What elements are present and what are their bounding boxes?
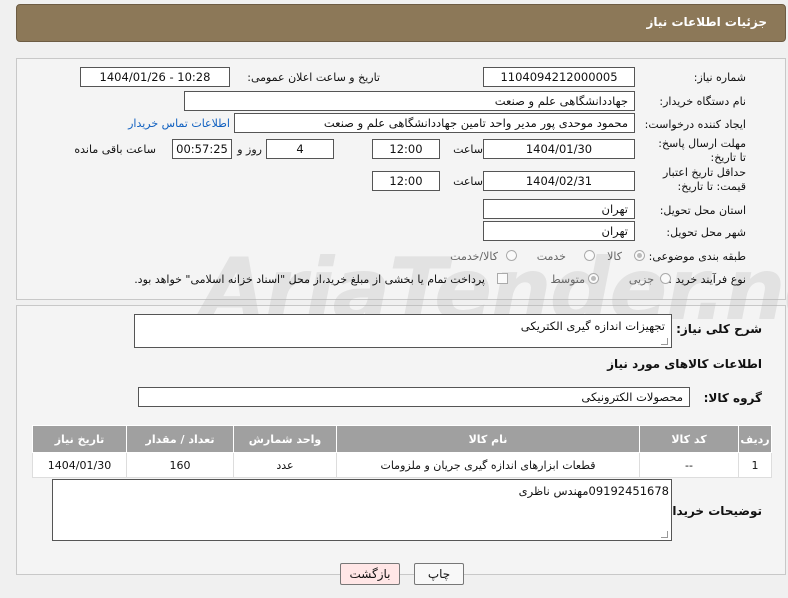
- goods-section-title: اطلاعات کالاهای مورد نیاز: [607, 357, 762, 371]
- buyer-notes-textarea[interactable]: 09192451678مهندس ناظری: [52, 479, 672, 541]
- validity-label: حداقل تاریخ اعتبار قیمت: تا تاریخ:: [662, 166, 746, 193]
- buyer-notes-text: 09192451678مهندس ناظری: [518, 484, 669, 498]
- cell-qty: 160: [126, 452, 234, 478]
- category-option-service: خدمت: [536, 250, 566, 263]
- deadline-time-field[interactable]: 12:00: [372, 139, 440, 159]
- process-radio-minor[interactable]: [660, 273, 671, 284]
- announce-field[interactable]: 1404/01/26 - 10:28: [80, 67, 230, 87]
- creator-field[interactable]: محمود موحدی پور مدیر واحد تامین جهاددانش…: [234, 113, 635, 133]
- process-option-medium: متوسط: [550, 273, 585, 286]
- process-option-minor: جزیی: [628, 273, 654, 286]
- need-number-field[interactable]: 1104094212000005: [483, 67, 635, 87]
- resize-handle[interactable]: [661, 338, 668, 345]
- city-label: شهر محل تحویل:: [666, 226, 746, 239]
- cell-code: --: [639, 452, 739, 478]
- province-field[interactable]: تهران: [483, 199, 635, 219]
- category-option-goods: کالا: [607, 250, 622, 263]
- validity-time-label: ساعت: [453, 175, 483, 188]
- buyer-notes-label: توضیحات خریدار:: [660, 504, 762, 518]
- process-label: نوع فرآیند خرید :: [668, 273, 746, 286]
- col-row: ردیف: [738, 425, 772, 453]
- process-radio-medium[interactable]: [588, 273, 599, 284]
- description-label: شرح کلی نیاز:: [676, 322, 762, 336]
- col-code: کد کالا: [639, 425, 739, 453]
- col-name: نام کالا: [336, 425, 640, 453]
- category-radio-both[interactable]: [506, 250, 517, 261]
- treasury-checkbox[interactable]: [497, 273, 508, 284]
- page-header: جزئیات اطلاعات نیاز: [16, 4, 786, 42]
- description-text: تجهیزات اندازه گیری الکتریکی: [520, 319, 665, 333]
- goods-group-label: گروه کالا:: [703, 391, 762, 405]
- creator-label: ایجاد کننده درخواست:: [644, 118, 746, 131]
- deadline-label: مهلت ارسال پاسخ: تا تاریخ:: [658, 137, 746, 164]
- category-radio-service[interactable]: [584, 250, 595, 261]
- need-number-label: شماره نیاز:: [693, 71, 746, 84]
- deadline-date-field[interactable]: 1404/01/30: [483, 139, 635, 159]
- validity-time-field[interactable]: 12:00: [372, 171, 440, 191]
- cell-row: 1: [738, 452, 772, 478]
- category-option-both: کالا/خدمت: [450, 250, 498, 263]
- col-date: تاریخ نیاز: [32, 425, 127, 453]
- buyer-label: نام دستگاه خریدار:: [659, 95, 746, 108]
- province-label: استان محل تحویل:: [659, 204, 746, 217]
- payment-note: پرداخت تمام یا بخشی از مبلغ خرید،از محل …: [134, 273, 485, 286]
- cell-name: قطعات ابزارهای اندازه گیری جریان و ملزوم…: [336, 452, 640, 478]
- category-label: طبقه بندی موضوعی:: [648, 250, 746, 263]
- goods-table-header: ردیف کد کالا نام کالا واحد شمارش تعداد /…: [32, 425, 772, 453]
- remaining-time-field[interactable]: 00:57:25: [172, 139, 232, 159]
- goods-group-field[interactable]: محصولات الکترونیکی: [138, 387, 690, 407]
- cell-date: 1404/01/30: [32, 452, 127, 478]
- back-button[interactable]: بازگشت: [340, 563, 400, 585]
- table-row: 1 -- قطعات ابزارهای اندازه گیری جریان و …: [32, 452, 772, 478]
- cell-unit: عدد: [233, 452, 337, 478]
- validity-date-field[interactable]: 1404/02/31: [483, 171, 635, 191]
- category-radio-goods[interactable]: [634, 250, 645, 261]
- buyer-contact-link[interactable]: اطلاعات تماس خریدار: [128, 117, 230, 130]
- goods-table: ردیف کد کالا نام کالا واحد شمارش تعداد /…: [32, 425, 772, 478]
- days-label: روز و: [237, 143, 262, 156]
- print-button[interactable]: چاپ: [414, 563, 464, 585]
- col-unit: واحد شمارش: [233, 425, 337, 453]
- page-title: جزئیات اطلاعات نیاز: [646, 15, 767, 29]
- resize-handle[interactable]: [661, 531, 668, 538]
- remaining-label: ساعت باقی مانده: [74, 143, 156, 156]
- days-field[interactable]: 4: [266, 139, 334, 159]
- col-qty: تعداد / مقدار: [126, 425, 234, 453]
- announce-label: تاریخ و ساعت اعلان عمومی:: [247, 71, 380, 84]
- deadline-time-label: ساعت: [453, 143, 483, 156]
- buyer-field[interactable]: جهاددانشگاهی علم و صنعت: [184, 91, 635, 111]
- city-field[interactable]: تهران: [483, 221, 635, 241]
- description-textarea[interactable]: تجهیزات اندازه گیری الکتریکی: [134, 314, 672, 348]
